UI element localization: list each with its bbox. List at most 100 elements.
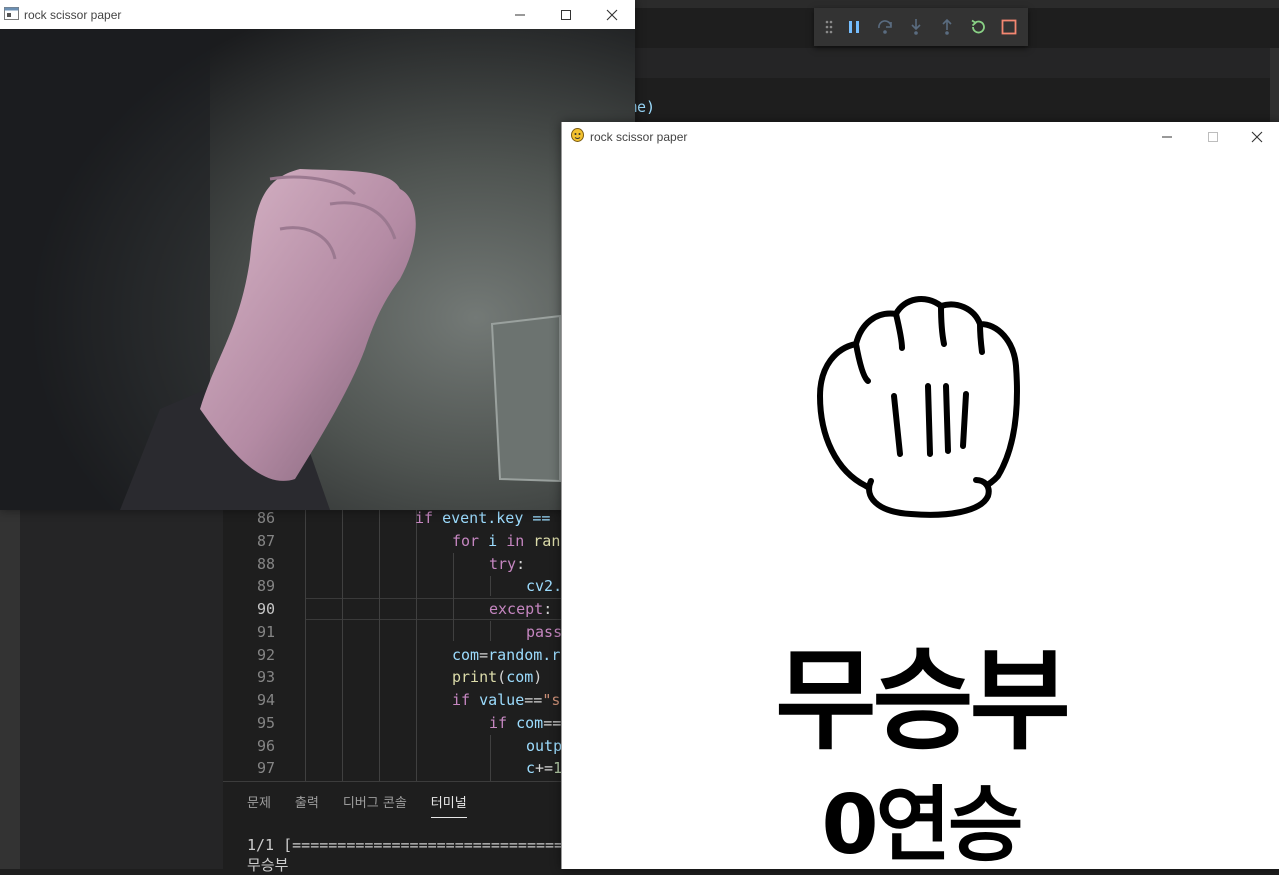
code-token: = [479, 645, 489, 664]
close-icon [1251, 131, 1263, 142]
code-token: except [489, 600, 544, 618]
code-line[interactable]: 91 pass [223, 621, 563, 643]
line-number: 94 [256, 691, 275, 709]
code-line[interactable]: 95 if com== [223, 712, 563, 734]
code-token: cv2. [526, 577, 563, 596]
line-number: 89 [256, 577, 275, 596]
close-icon [606, 9, 618, 20]
close-button[interactable] [589, 0, 635, 29]
debug-toolbar [814, 8, 1028, 46]
step-over-icon [877, 20, 892, 34]
code-text: pass [526, 621, 562, 643]
minimize-button[interactable] [497, 0, 543, 29]
webcam-frame-image [0, 29, 635, 510]
tab-debug-console[interactable]: 디버그 콘솔 [343, 792, 407, 818]
webcam-feed [0, 29, 635, 510]
code-token: pass [526, 622, 563, 641]
drag-handle-icon[interactable] [820, 13, 838, 41]
step-over-button[interactable] [869, 13, 900, 41]
camera-window[interactable]: rock scissor paper [0, 0, 635, 510]
code-token: print [452, 668, 498, 687]
minimize-icon [1162, 136, 1172, 137]
code-line[interactable]: 93 print(com) [223, 666, 563, 688]
line-number: 91 [256, 622, 275, 641]
pause-button[interactable] [838, 13, 869, 41]
code-token: value [470, 691, 525, 709]
code-token: com [507, 713, 544, 732]
code-line[interactable]: 87 for i in ran [223, 530, 563, 552]
code-token: i [479, 531, 507, 550]
maximize-button[interactable] [1190, 122, 1236, 151]
terminal-progress-line: 1/1 [============================== [247, 836, 564, 854]
line-number: 87 [256, 531, 275, 550]
code-line[interactable]: 90 except: [223, 598, 563, 620]
rock-hand-icon [817, 296, 1020, 518]
code-token: for [452, 531, 480, 550]
code-token: outp [526, 736, 563, 755]
code-text: if event.key == [415, 507, 560, 529]
restart-icon [971, 19, 985, 34]
code-token: in [506, 531, 525, 550]
pygame-icon [570, 127, 585, 146]
code-text: c+=1 [526, 757, 562, 779]
code-text: for i in ran [452, 530, 560, 552]
code-token: : [543, 600, 553, 618]
window-title: rock scissor paper [590, 129, 688, 144]
tab-output[interactable]: 출력 [295, 792, 319, 818]
restart-button[interactable] [962, 13, 993, 41]
line-number: 97 [256, 759, 275, 778]
panel-tabs: 문제 출력 디버그 콘솔 터미널 [247, 792, 491, 818]
close-button[interactable] [1234, 122, 1279, 151]
line-number: 88 [256, 554, 275, 573]
code-token: ) [533, 668, 543, 687]
game-window[interactable]: rock scissor paper 무승부 0연승 [561, 122, 1279, 873]
stop-button[interactable] [993, 13, 1024, 41]
code-line[interactable]: 92 com=random.r [223, 644, 563, 666]
line-number: 93 [256, 668, 275, 687]
line-number: 95 [256, 713, 275, 732]
step-into-button[interactable] [900, 13, 931, 41]
maximize-button[interactable] [543, 0, 589, 29]
line-number: 86 [256, 509, 275, 527]
app-icon [4, 5, 19, 24]
code-text: if value=="s [452, 689, 560, 711]
step-out-icon [941, 18, 952, 35]
game-canvas: 무승부 0연승 [562, 151, 1279, 873]
code-text: try: [489, 553, 525, 575]
code-token: if [415, 509, 434, 527]
code-token: try [489, 554, 517, 573]
result-label: 무승부 [775, 637, 1071, 765]
maximize-icon [1208, 131, 1218, 142]
code-line[interactable]: 88 try: [223, 553, 563, 575]
step-into-icon [910, 19, 921, 35]
window-title: rock scissor paper [24, 7, 122, 22]
streak-label: 0연승 [821, 778, 1024, 873]
code-token: if [489, 713, 508, 732]
maximize-icon [561, 9, 571, 20]
minimize-icon [515, 14, 525, 15]
line-number: 92 [256, 645, 275, 664]
step-out-button[interactable] [931, 13, 962, 41]
tab-terminal[interactable]: 터미널 [430, 792, 467, 818]
code-line[interactable]: 86 if event.key == [223, 507, 563, 529]
line-number: 96 [256, 736, 275, 755]
pause-icon [848, 21, 859, 33]
code-line[interactable]: 97 c+=1 [223, 757, 563, 779]
terminal-result-line: 무승부 [247, 856, 289, 874]
code-text: outp [526, 735, 562, 757]
code-token: == [524, 691, 543, 709]
minimize-button[interactable] [1144, 122, 1190, 151]
code-text: print(com) [452, 666, 542, 688]
code-text: cv2. [526, 575, 562, 597]
code-token: ( [497, 668, 507, 687]
tab-problems[interactable]: 문제 [247, 792, 271, 818]
line-number: 90 [256, 600, 275, 618]
code-token: event.key == [433, 509, 560, 527]
code-line[interactable]: 89 cv2. [223, 575, 563, 597]
code-line[interactable]: 96 outp [223, 735, 563, 757]
code-token: += [535, 759, 554, 778]
code-token: c [526, 759, 536, 778]
code-token: : [516, 554, 526, 573]
code-line[interactable]: 94 if value=="s [223, 689, 563, 711]
code-token: com [506, 668, 534, 687]
